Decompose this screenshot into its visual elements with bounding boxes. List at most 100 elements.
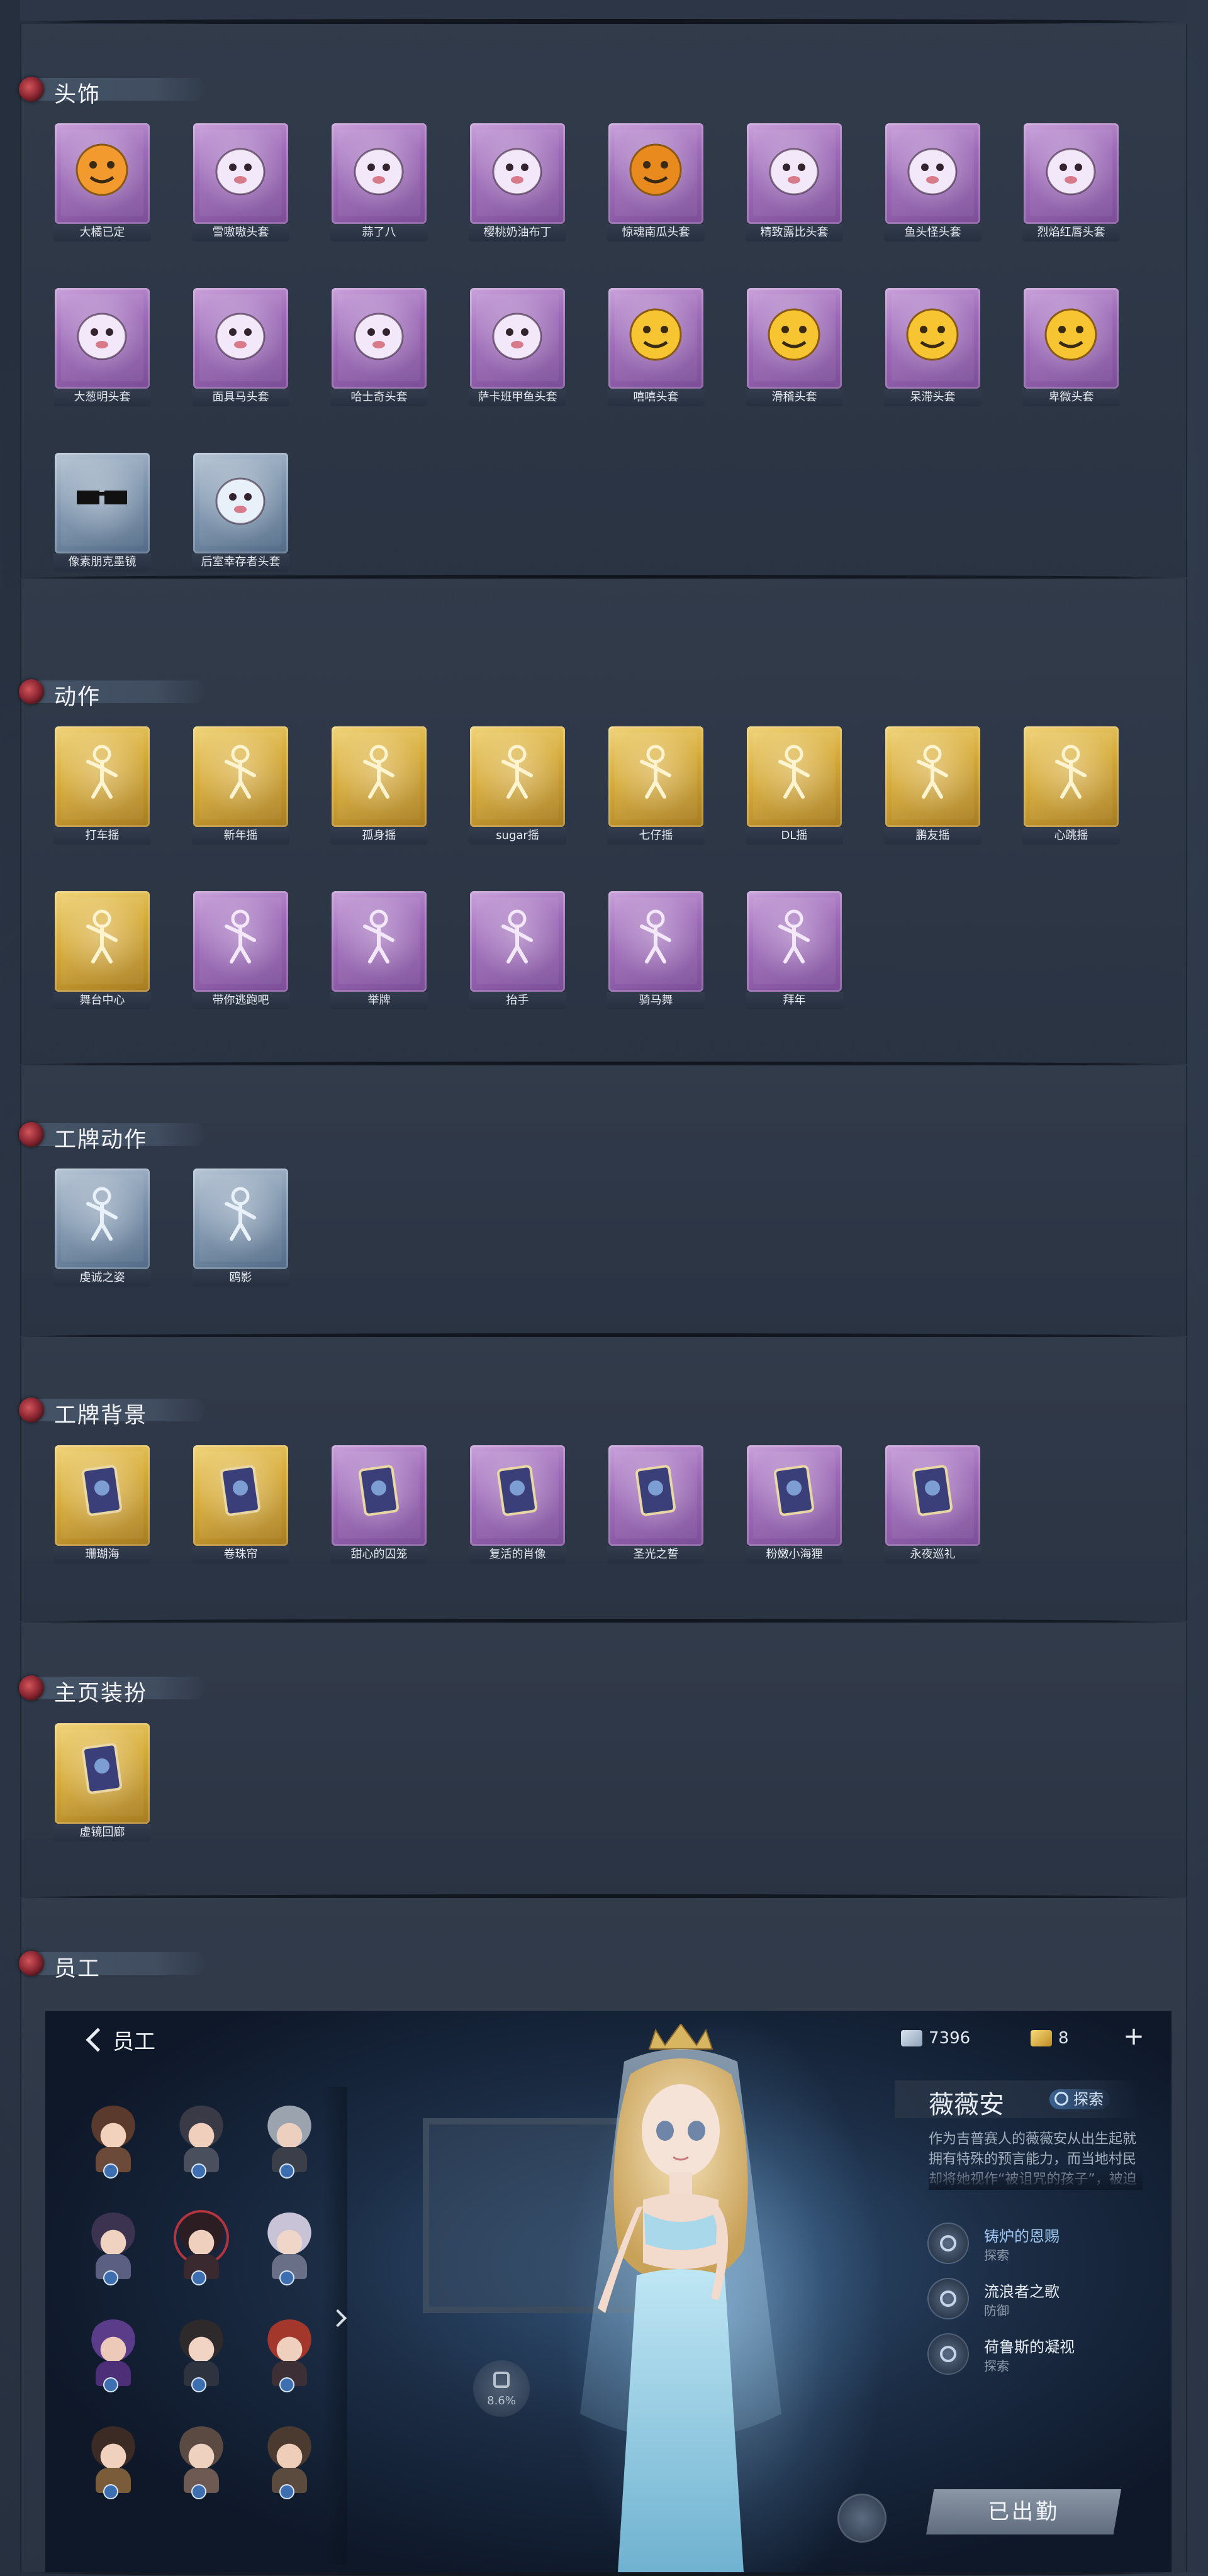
item-tile[interactable]: 雪嗷嗷头套: [192, 123, 289, 246]
skill-name: 铸炉的恩赐: [984, 2228, 1060, 2245]
chevron-left-icon: [86, 2027, 110, 2052]
role-badge-icon: [191, 2484, 206, 2499]
item-tile[interactable]: 甜心的囚笼: [330, 1445, 428, 1568]
skill-type: 防御: [984, 2303, 1009, 2318]
add-currency-button[interactable]: +: [1121, 2024, 1146, 2050]
snow-pig-head-icon: [209, 137, 272, 200]
item-tile[interactable]: 樱桃奶油布丁: [469, 123, 566, 246]
item-label: 嘻嘻头套: [607, 389, 705, 406]
skill-3[interactable]: 荷鲁斯的凝视 探索: [929, 2329, 1143, 2382]
item-tile[interactable]: 七仔摇: [607, 726, 705, 849]
item-label: 大橘已定: [53, 224, 151, 242]
grin-emoji-head-icon: [624, 302, 687, 365]
item-label: 卷珠帘: [192, 1546, 289, 1563]
item-tile[interactable]: DL摇: [746, 726, 843, 849]
roster-avatar-selected[interactable]: [171, 2212, 232, 2285]
item-tile[interactable]: 心跳摇: [1022, 726, 1120, 849]
item-tile[interactable]: 鹏友摇: [884, 726, 982, 849]
back-button[interactable]: 员工: [86, 2025, 155, 2055]
garlic-head-icon: [347, 137, 410, 200]
gold-bar-icon: [1031, 2030, 1052, 2046]
item-tile[interactable]: 后室幸存者头套: [192, 453, 289, 575]
character-role-tag: 探索: [1049, 2089, 1110, 2109]
role-badge-icon: [191, 2270, 206, 2285]
item-tile[interactable]: 新年摇: [192, 726, 289, 849]
roster-avatar[interactable]: [83, 2212, 143, 2285]
roster-avatar[interactable]: [171, 2319, 232, 2392]
item-tile[interactable]: 大葱明头套: [53, 288, 151, 411]
roster-avatar[interactable]: [171, 2426, 232, 2499]
card-frame-icon: [70, 1459, 133, 1522]
item-tile[interactable]: 虔诚之姿: [53, 1169, 151, 1291]
item-tile[interactable]: 精致露比头套: [746, 123, 843, 246]
item-tile[interactable]: 骑马舞: [607, 891, 705, 1014]
item-tile[interactable]: 复活的肖像: [469, 1445, 566, 1568]
item-label: 滑稽头套: [746, 389, 843, 406]
item-tile[interactable]: 举牌: [330, 891, 428, 1014]
staff-roster: [83, 2093, 347, 2571]
crown-icon: [648, 2024, 713, 2050]
roster-avatar[interactable]: [259, 2212, 320, 2285]
section-title-badge-actions: 工牌动作: [19, 1119, 208, 1153]
item-tile[interactable]: 鱼头怪头套: [884, 123, 982, 246]
role-badge-icon: [103, 2377, 118, 2392]
item-tile[interactable]: 圣光之誓: [607, 1445, 705, 1568]
item-label: 哈士奇头套: [330, 389, 428, 406]
item-tile[interactable]: 卷珠帘: [192, 1445, 289, 1568]
item-tile[interactable]: 像素朋克墨镜: [53, 453, 151, 575]
character-role-label: 探索: [1073, 2090, 1104, 2108]
role-badge-icon: [191, 2377, 206, 2392]
section-title-actions: 动作: [19, 677, 208, 710]
item-tile[interactable]: sugar摇: [469, 726, 566, 849]
dance-pose-icon: [70, 905, 133, 968]
character-bio: 作为吉普赛人的薇薇安从出生起就拥有特殊的预言能力，而当地村民却将她视作“被诅咒的…: [929, 2129, 1143, 2190]
item-tile[interactable]: 烈焰红唇头套: [1022, 123, 1120, 246]
skill-2[interactable]: 流浪者之歌 防御: [929, 2274, 1143, 2327]
section-title-text: 动作: [54, 685, 101, 710]
dance-pose-icon: [624, 905, 687, 968]
roster-avatar[interactable]: [171, 2106, 232, 2179]
roster-avatar[interactable]: [83, 2319, 143, 2392]
section-title-badge-backgrounds: 工牌背景: [19, 1395, 208, 1428]
item-tile[interactable]: 虚镜回廊: [53, 1723, 151, 1846]
item-tile[interactable]: 面具马头套: [192, 288, 289, 411]
red-gem-icon: [19, 77, 44, 102]
item-tile[interactable]: 萨卡班甲鱼头套: [469, 288, 566, 411]
item-tile[interactable]: 珊瑚海: [53, 1445, 151, 1568]
item-tile[interactable]: 抬手: [469, 891, 566, 1014]
item-tile[interactable]: 带你逃跑吧: [192, 891, 289, 1014]
role-badge-icon: [103, 2163, 118, 2179]
item-tile[interactable]: 粉嫩小海狸: [746, 1445, 843, 1568]
item-tile[interactable]: 打车摇: [53, 726, 151, 849]
deployed-button[interactable]: 已出勤: [926, 2489, 1121, 2534]
roster-avatar[interactable]: [259, 2426, 320, 2499]
item-label: 举牌: [330, 992, 428, 1009]
item-label: 舞台中心: [53, 992, 151, 1009]
item-tile[interactable]: 滑稽头套: [746, 288, 843, 411]
item-tile[interactable]: 哈士奇头套: [330, 288, 428, 411]
item-tile[interactable]: 蒜了八: [330, 123, 428, 246]
role-badge-icon: [103, 2484, 118, 2499]
item-tile[interactable]: 孤身摇: [330, 726, 428, 849]
role-badge-icon: [279, 2377, 294, 2392]
roster-avatar[interactable]: [259, 2106, 320, 2179]
roster-avatar[interactable]: [83, 2426, 143, 2499]
costume-button[interactable]: [839, 2496, 885, 2541]
roster-avatar[interactable]: [259, 2319, 320, 2392]
item-tile[interactable]: 大橘已定: [53, 123, 151, 246]
roster-fade: [322, 2087, 347, 2565]
item-tile[interactable]: 舞台中心: [53, 891, 151, 1014]
item-tile[interactable]: 拜年: [746, 891, 843, 1014]
bow-pose-icon: [763, 905, 825, 968]
roster-avatar[interactable]: [83, 2106, 143, 2179]
skill-1[interactable]: 铸炉的恩赐 探索: [929, 2219, 1143, 2272]
item-tile[interactable]: 卑微头套: [1022, 288, 1120, 411]
item-tile[interactable]: 嘻嘻头套: [607, 288, 705, 411]
item-tile[interactable]: 呆滞头套: [884, 288, 982, 411]
item-tile[interactable]: 惊魂南瓜头套: [607, 123, 705, 246]
dress: [618, 2269, 744, 2572]
item-label: DL摇: [746, 827, 843, 845]
item-label: 惊魂南瓜头套: [607, 224, 705, 242]
item-tile[interactable]: 永夜巡礼: [884, 1445, 982, 1568]
item-tile[interactable]: 鸥影: [192, 1169, 289, 1291]
